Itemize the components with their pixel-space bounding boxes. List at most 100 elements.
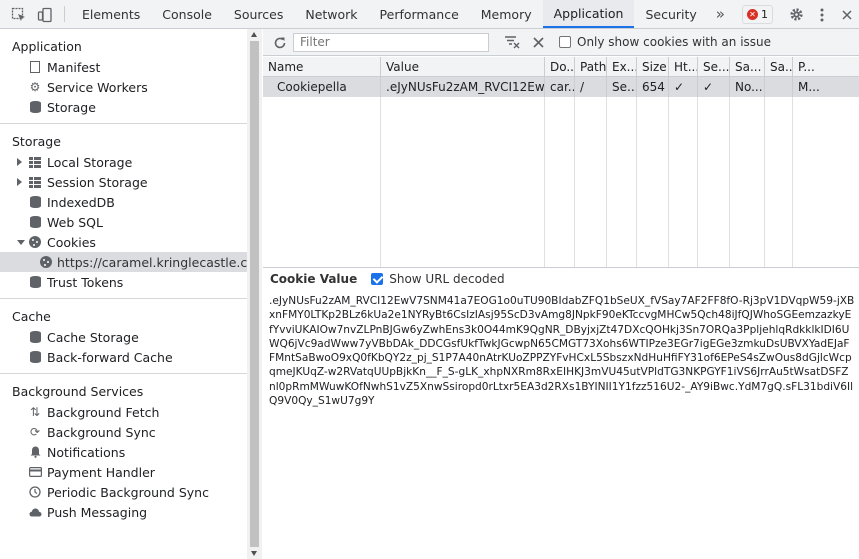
gear-icon[interactable] (783, 0, 809, 29)
refresh-icon[interactable] (267, 29, 293, 56)
sidebar-item-periodic-background-sync[interactable]: Periodic Background Sync (0, 482, 247, 502)
cookie-value-header: Cookie Value Show URL decoded (263, 267, 859, 289)
database-icon (28, 195, 42, 209)
cookie-icon (28, 235, 42, 249)
sidebar-scrollbar[interactable] (247, 29, 262, 559)
sidebar-item-session-storage[interactable]: Session Storage (0, 172, 247, 192)
column-divider (792, 97, 793, 267)
sidebar-item-cache-storage[interactable]: Cache Storage (0, 327, 247, 347)
tab-sources[interactable]: Sources (223, 0, 294, 28)
cell-path: / (575, 77, 607, 97)
column-header-name[interactable]: Name (263, 57, 381, 76)
sidebar-item-label: Notifications (47, 444, 126, 460)
cell-domain: car... (545, 77, 575, 97)
column-header-samesite[interactable]: Sa... (730, 57, 765, 76)
tab-elements[interactable]: Elements (71, 0, 151, 28)
column-header-size[interactable]: Size (637, 57, 669, 76)
show-url-decoded-checkbox[interactable] (371, 272, 384, 285)
cookie-icon (40, 255, 52, 269)
tab-memory[interactable]: Memory (470, 0, 543, 28)
cell-samesite: No... (730, 77, 765, 97)
sidebar-item-storage[interactable]: Storage (0, 97, 247, 117)
scroll-down-icon[interactable] (251, 551, 257, 556)
sidebar-item-indexeddb[interactable]: IndexedDB (0, 192, 247, 212)
expand-arrow-icon[interactable] (17, 158, 22, 166)
sidebar-item-label: Back-forward Cache (47, 349, 173, 365)
tab-network[interactable]: Network (294, 0, 368, 28)
error-count: 1 (761, 8, 768, 21)
sidebar-item-local-storage[interactable]: Local Storage (0, 152, 247, 172)
scrollbar-thumb[interactable] (250, 41, 259, 547)
sidebar-item-manifest[interactable]: Manifest (0, 57, 247, 77)
database-icon (28, 215, 42, 229)
cell-expires: Se... (607, 77, 637, 97)
column-header-expires[interactable]: Ex... (607, 57, 637, 76)
sidebar-item-notifications[interactable]: Notifications (0, 442, 247, 462)
only-issue-checkbox[interactable] (559, 36, 571, 48)
tab-application[interactable]: Application (542, 0, 635, 28)
sidebar-item-cookie-origin[interactable]: https://caramel.kringlecastle.com (0, 252, 247, 272)
expand-arrow-icon[interactable] (17, 178, 22, 186)
filter-input[interactable] (293, 32, 489, 52)
sidebar-item-label: Push Messaging (47, 504, 148, 520)
sidebar-item-label: Cookies (47, 234, 96, 250)
database-icon (28, 330, 42, 344)
section-storage: Storage Local Storage Session Storage In… (0, 124, 247, 299)
sidebar-item-label: Periodic Background Sync (47, 484, 209, 500)
application-sidebar: Application Manifest ⚙ Service Workers S… (0, 29, 262, 559)
cookies-panel: Only show cookies with an issue Name Val… (263, 29, 859, 559)
sidebar-tree: Application Manifest ⚙ Service Workers S… (0, 29, 247, 559)
cell-secure: ✓ (698, 77, 730, 97)
tab-performance[interactable]: Performance (369, 0, 470, 28)
section-cache: Cache Cache Storage Back-forward Cache (0, 299, 247, 374)
column-header-sameparty[interactable]: Sa... (765, 57, 793, 76)
cookie-value-text[interactable]: .eJyNUsFu2zAM_RVCI12EwV7SNM41a7EOG1o0uTU… (269, 294, 855, 408)
column-divider (544, 97, 545, 267)
scroll-up-icon[interactable] (251, 32, 257, 37)
column-divider (668, 97, 669, 267)
sidebar-item-background-fetch[interactable]: ⇅ Background Fetch (0, 402, 247, 422)
sidebar-item-web-sql[interactable]: Web SQL (0, 212, 247, 232)
sidebar-item-payment-handler[interactable]: Payment Handler (0, 462, 247, 482)
more-tabs-icon[interactable]: » (708, 0, 733, 28)
sidebar-item-label: Manifest (47, 59, 101, 75)
device-toolbar-icon[interactable] (32, 0, 58, 29)
tab-security[interactable]: Security (634, 0, 707, 28)
table-row[interactable]: Cookiepella .eJyNUsFu2zAM_RVCI12Ew... ca… (263, 77, 859, 97)
column-divider (697, 97, 698, 267)
sidebar-item-service-workers[interactable]: ⚙ Service Workers (0, 77, 247, 97)
sidebar-item-cookies[interactable]: Cookies (0, 232, 247, 252)
error-counter[interactable]: ✕ 1 (742, 5, 773, 24)
sidebar-item-trust-tokens[interactable]: Trust Tokens (0, 272, 247, 292)
inspect-element-icon[interactable] (6, 0, 32, 29)
clear-filtered-cookies-icon[interactable] (499, 29, 525, 56)
database-icon (28, 350, 42, 364)
sidebar-item-push-messaging[interactable]: Push Messaging (0, 502, 247, 522)
only-issue-label: Only show cookies with an issue (577, 35, 772, 49)
column-header-secure[interactable]: Se... (698, 57, 730, 76)
column-header-domain[interactable]: Do... (545, 57, 575, 76)
column-header-httponly[interactable]: Ht... (669, 57, 698, 76)
column-header-priority[interactable]: P... (793, 57, 859, 76)
column-divider (764, 97, 765, 267)
column-header-path[interactable]: Path (575, 57, 607, 76)
more-options-icon[interactable] (809, 0, 835, 29)
sidebar-item-back-forward-cache[interactable]: Back-forward Cache (0, 347, 247, 367)
gear-icon: ⚙ (29, 80, 41, 94)
up-down-arrows-icon: ⇅ (29, 405, 41, 419)
column-divider (606, 97, 607, 267)
column-divider (729, 97, 730, 267)
sidebar-item-background-sync[interactable]: ⟳ Background Sync (0, 422, 247, 442)
cookie-value-title: Cookie Value (270, 271, 358, 286)
tab-console[interactable]: Console (151, 0, 223, 28)
close-devtools-icon[interactable] (835, 0, 859, 29)
cloud-icon (28, 505, 42, 519)
column-divider (380, 97, 381, 267)
section-title-application: Application (12, 39, 82, 54)
bell-icon (28, 445, 42, 459)
column-header-value[interactable]: Value (381, 57, 545, 76)
credit-card-icon (28, 465, 42, 479)
show-url-decoded-label: Show URL decoded (389, 271, 505, 286)
collapse-arrow-icon[interactable] (17, 239, 25, 245)
clear-all-cookies-icon[interactable] (525, 29, 551, 56)
